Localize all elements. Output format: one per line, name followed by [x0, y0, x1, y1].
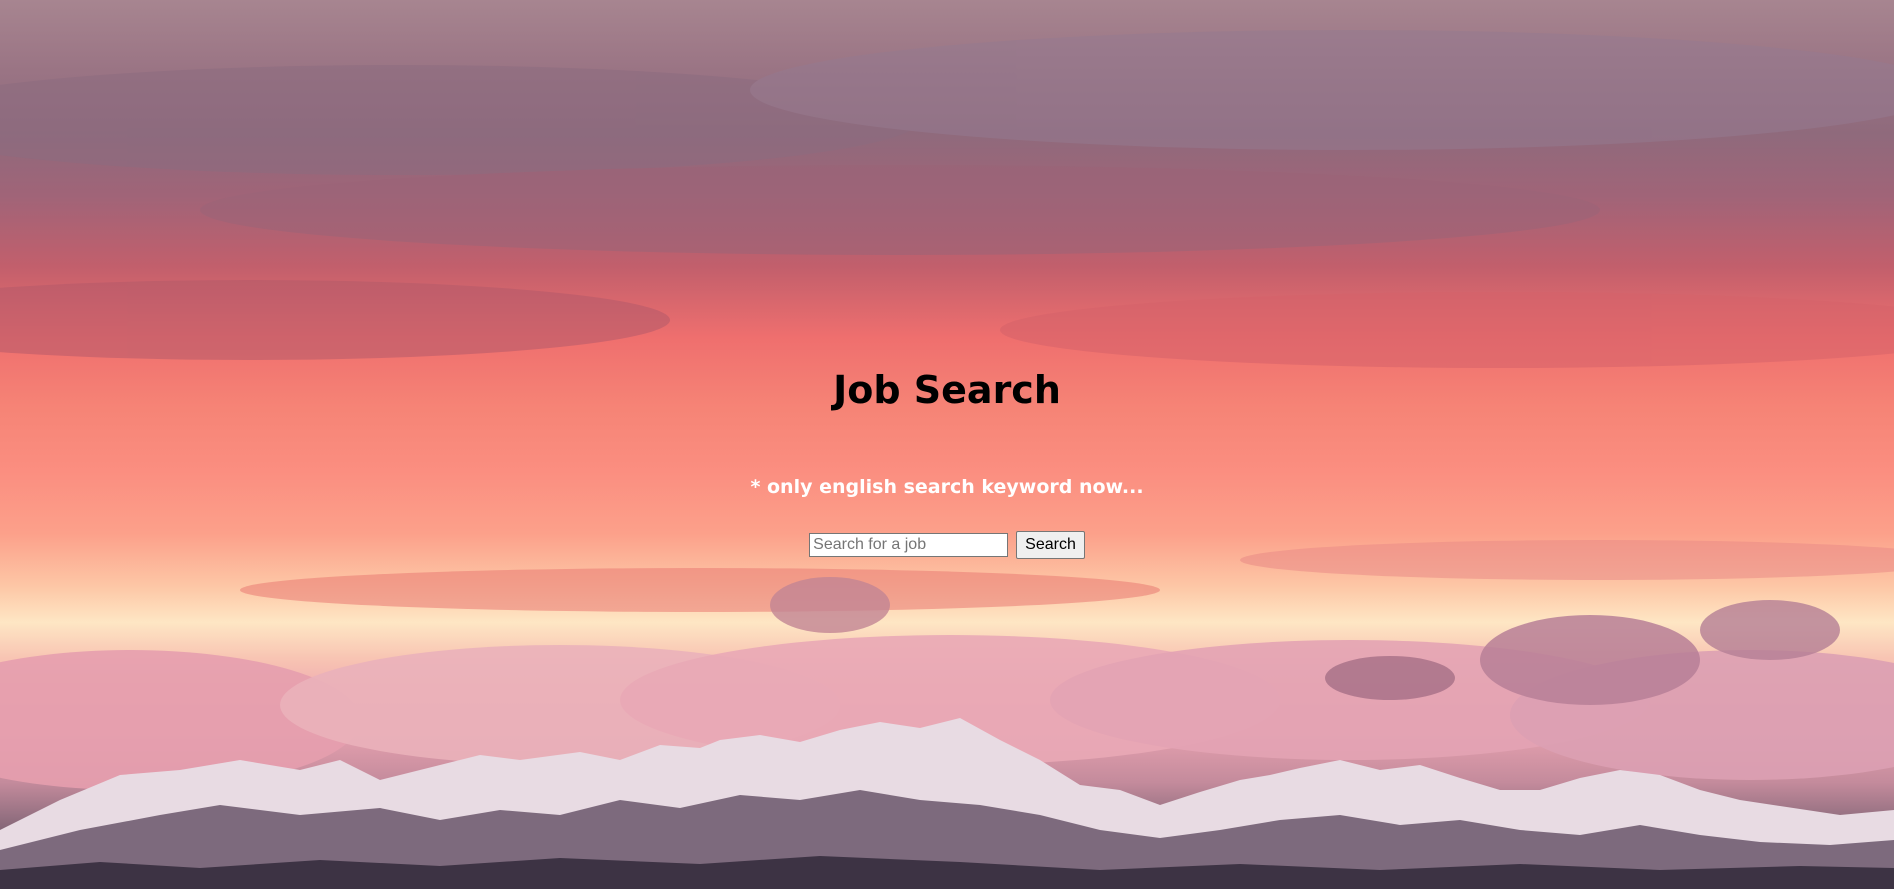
main-content: Job Search * only english search keyword…: [0, 0, 1894, 889]
search-button[interactable]: Search: [1016, 531, 1085, 559]
search-input[interactable]: [809, 533, 1009, 557]
page-title: Job Search: [833, 368, 1061, 412]
search-form: Search: [0, 531, 1894, 559]
page-background: Job Search * only english search keyword…: [0, 0, 1894, 889]
search-notice: * only english search keyword now...: [750, 476, 1144, 498]
